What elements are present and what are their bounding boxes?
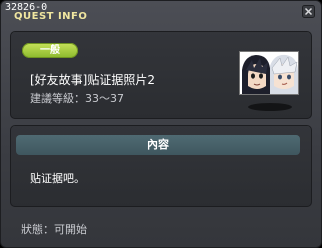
level-requirement: 建議等級：33～37 bbox=[30, 92, 124, 105]
quest-content-panel: 內容 贴证据吧。 bbox=[10, 125, 312, 207]
quest-status: 狀態：可開始 bbox=[21, 223, 87, 236]
npc-shadow bbox=[248, 103, 292, 111]
npc-characters-icon bbox=[242, 54, 298, 94]
quest-info-window: 32826-0 QUEST INFO 一般 [好友故事]贴证据照片2 建議等級：… bbox=[0, 0, 322, 248]
close-icon[interactable] bbox=[302, 5, 315, 18]
content-text: 贴证据吧。 bbox=[30, 172, 85, 185]
window-title: QUEST INFO bbox=[14, 11, 88, 22]
content-header: 內容 bbox=[16, 135, 300, 155]
quest-name: [好友故事]贴证据照片2 bbox=[30, 73, 155, 87]
category-badge: 一般 bbox=[22, 43, 78, 58]
quest-summary-panel: 一般 [好友故事]贴证据照片2 建議等級：33～37 bbox=[10, 31, 312, 119]
npc-portrait bbox=[239, 51, 299, 95]
